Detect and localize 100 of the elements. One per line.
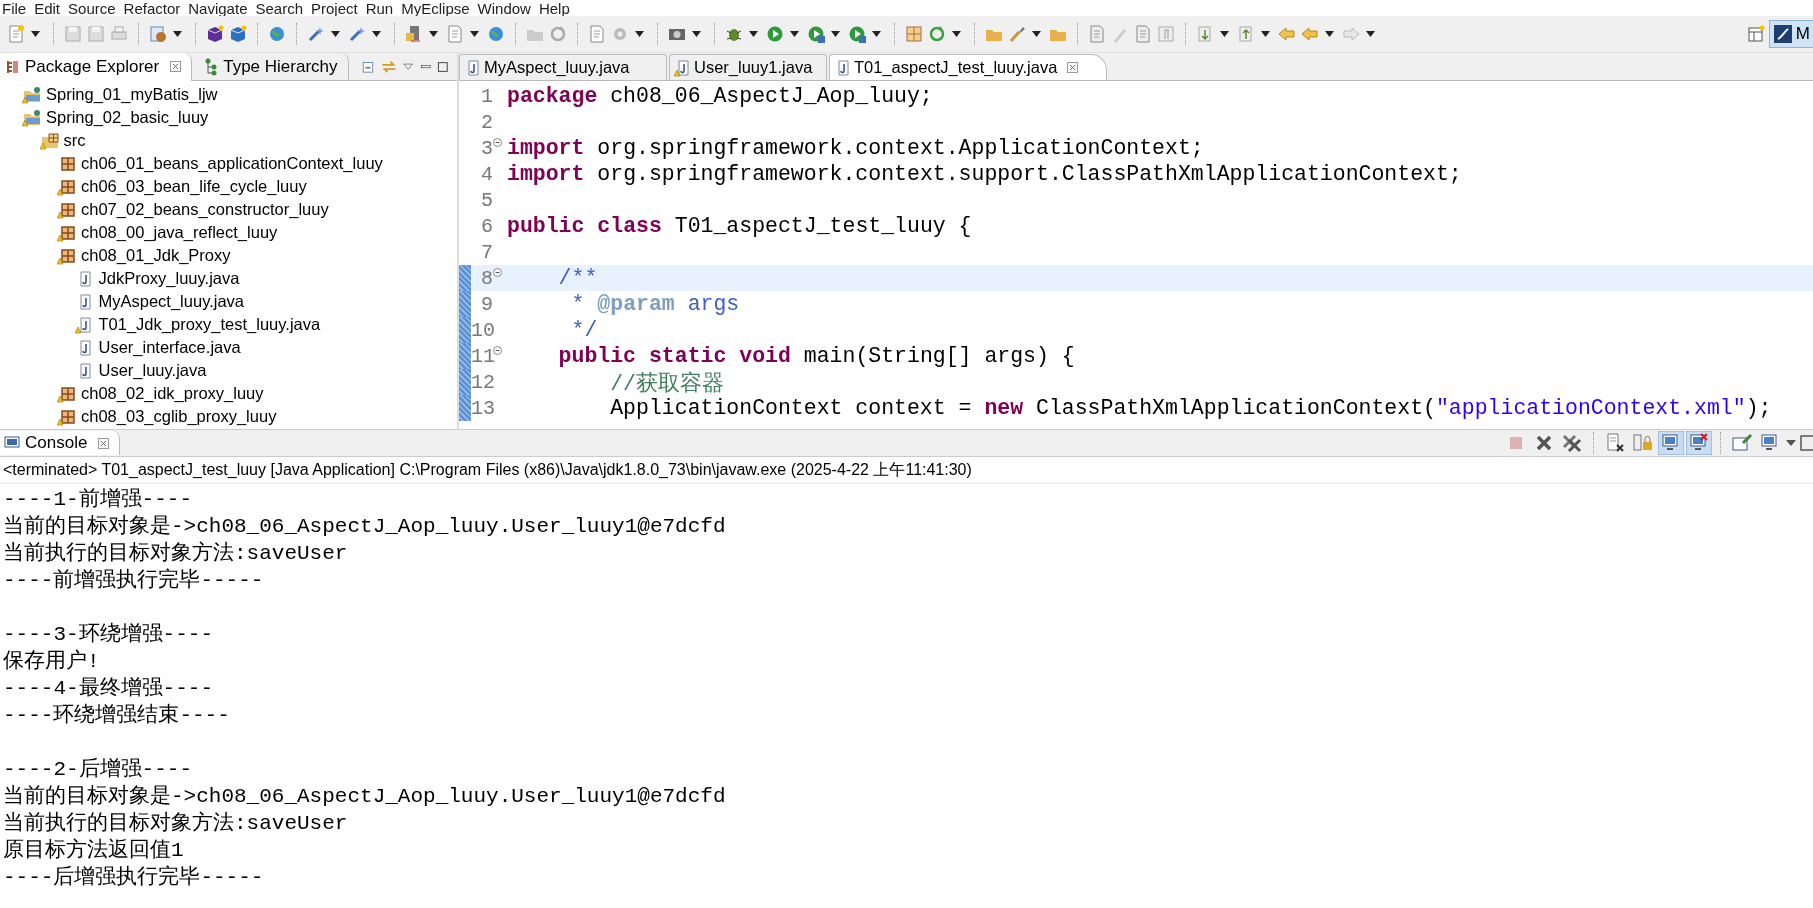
collapse-icon[interactable] <box>493 346 502 355</box>
caret-icon[interactable] <box>790 31 799 37</box>
view-tab[interactable]: Console <box>0 431 121 455</box>
brush-icon[interactable] <box>1007 24 1027 44</box>
menu-item[interactable]: Edit <box>34 1 69 16</box>
tree-item[interactable]: T01_Jdk_proxy_test_luuy.java <box>98 315 321 334</box>
package-tree-icon <box>6 58 20 75</box>
caret-icon[interactable] <box>952 31 961 37</box>
caret-icon[interactable] <box>872 31 881 37</box>
tree-item[interactable]: ch08_02_idk_proxy_luuy <box>81 384 264 403</box>
menu-item[interactable]: Source <box>68 1 124 16</box>
caret-icon[interactable] <box>470 31 479 37</box>
tree-item[interactable]: ch07_02_beans_constructor_luuy <box>81 200 329 219</box>
console-output-line: ----后增强执行完毕----- <box>2 864 265 891</box>
caret-icon[interactable] <box>831 31 840 37</box>
monitor-icon <box>4 436 20 450</box>
caret-icon[interactable] <box>692 31 701 37</box>
open-perspective-icon[interactable] <box>1745 24 1766 44</box>
run-icon[interactable] <box>765 24 785 44</box>
grid-icon[interactable] <box>904 24 924 44</box>
menu-item[interactable]: Project <box>311 1 366 16</box>
caret-icon[interactable] <box>1261 31 1270 37</box>
caret-icon[interactable] <box>1032 31 1041 37</box>
caret-icon[interactable] <box>635 31 644 37</box>
caret-icon[interactable] <box>1220 31 1229 37</box>
menu-item[interactable]: Run <box>365 1 402 16</box>
refresh-icon[interactable] <box>927 24 947 44</box>
caret-icon[interactable] <box>1366 31 1375 37</box>
tree-item[interactable]: MyAspect_luuy.java <box>98 292 244 311</box>
maximize-icon[interactable] <box>1799 434 1813 452</box>
run-icon[interactable] <box>847 24 867 44</box>
line-number: 5 <box>480 188 493 212</box>
caret-icon[interactable] <box>173 31 182 37</box>
view-tab[interactable]: Type Hierarchy <box>198 52 349 81</box>
tree-item[interactable]: User_luuy.java <box>98 361 207 380</box>
collapse-icon[interactable] <box>493 268 502 277</box>
tree-item[interactable]: Spring_02_basic_luuy <box>46 108 209 127</box>
editor-tab[interactable]: User_luuy1.java <box>669 54 827 80</box>
arrow-left-icon[interactable] <box>1277 24 1297 44</box>
caret-icon[interactable] <box>31 31 40 37</box>
console-output-line: 当前的目标对象是->ch08_06_AspectJ_Aop_luuy.User_luuy1@e7dcfd <box>2 783 727 810</box>
menu-item[interactable]: File <box>2 1 35 16</box>
line-number: 9 <box>480 292 493 316</box>
editor-tab[interactable]: T01_aspectJ_test_luuy.java <box>829 54 1108 80</box>
globe-icon[interactable] <box>486 24 506 44</box>
line-number: 12 <box>471 370 493 394</box>
monitor-icon[interactable] <box>1658 431 1684 455</box>
console-output-line: ----3-环绕增强---- <box>2 621 215 648</box>
arrow-left-icon[interactable] <box>1300 24 1320 44</box>
tree-item[interactable]: ch08_00_java_reflect_luuy <box>81 223 278 242</box>
gear-document-icon[interactable] <box>148 24 168 44</box>
code-line: package ch08_06_AspectJ_Aop_luuy; <box>507 84 933 108</box>
globe-icon[interactable] <box>267 24 287 44</box>
menu-item[interactable]: Navigate <box>188 1 256 16</box>
tree-item[interactable]: ch08_01_Jdk_Proxy <box>81 246 231 265</box>
caret-icon[interactable] <box>1325 31 1334 37</box>
close-icon[interactable] <box>98 437 110 449</box>
collapse-icon[interactable] <box>493 138 502 147</box>
code-line: ApplicationContext context = new ClassPathXmlApplicationContext("applicationContext.xml"); <box>609 396 1772 420</box>
view-tab[interactable]: Package Explorer <box>0 52 193 81</box>
cube-icon[interactable] <box>228 24 248 44</box>
caret-icon[interactable] <box>331 31 340 37</box>
menu-item[interactable]: MyEclipse <box>401 1 478 16</box>
tree-item[interactable]: ch08_03_cglib_proxy_luuy <box>81 407 277 426</box>
app-logo-icon <box>1773 25 1792 43</box>
cube-icon[interactable] <box>205 24 225 44</box>
code-line: */ <box>570 318 598 342</box>
line-number: 10 <box>471 318 493 342</box>
line-number: 7 <box>480 240 493 264</box>
tree-item[interactable]: Spring_01_myBatis_ljw <box>46 85 218 104</box>
console-output-line: 当前的目标对象是->ch08_06_AspectJ_Aop_luuy.User_luuy1@e7dcfd <box>2 513 727 540</box>
view-menu-icon[interactable] <box>403 61 414 72</box>
menu-item[interactable]: Window <box>477 1 539 16</box>
hierarchy-icon <box>204 57 219 76</box>
tree-item[interactable]: ch06_03_bean_life_cycle_luuy <box>81 177 307 196</box>
monitor-icon[interactable] <box>1686 431 1712 455</box>
caret-icon[interactable] <box>1785 439 1797 447</box>
line-number: 4 <box>480 162 493 186</box>
close-icon[interactable] <box>170 61 182 72</box>
tree-item[interactable]: User_interface.java <box>98 338 241 357</box>
menu-item[interactable]: Refactor <box>123 1 189 16</box>
line-number: 1 <box>480 84 493 108</box>
menu-item[interactable]: Search <box>255 1 311 16</box>
tree-item[interactable]: src <box>63 131 86 150</box>
run-icon[interactable] <box>806 24 826 44</box>
caret-icon[interactable] <box>372 31 381 37</box>
caret-icon[interactable] <box>749 31 758 37</box>
line-number: 3 <box>480 136 493 160</box>
editor-tab[interactable]: MyAspect_luuy.java <box>459 54 667 80</box>
perspective-button[interactable]: M <box>1768 20 1813 48</box>
line-number: 2 <box>480 110 493 134</box>
tree-item[interactable]: ch06_01_beans_applicationContext_luuy <box>81 154 383 173</box>
close-icon[interactable] <box>1067 62 1079 73</box>
caret-icon[interactable] <box>429 31 438 37</box>
tree-item[interactable]: JdkProxy_luuy.java <box>98 269 240 288</box>
console-output-line: 保存用户! <box>2 648 101 675</box>
menu-item[interactable]: Help <box>538 1 578 16</box>
console-output-line: ----4-最终增强---- <box>2 676 215 702</box>
code-line: * @param args <box>570 292 740 316</box>
console-output-line: ----1-前增强---- <box>2 487 194 513</box>
